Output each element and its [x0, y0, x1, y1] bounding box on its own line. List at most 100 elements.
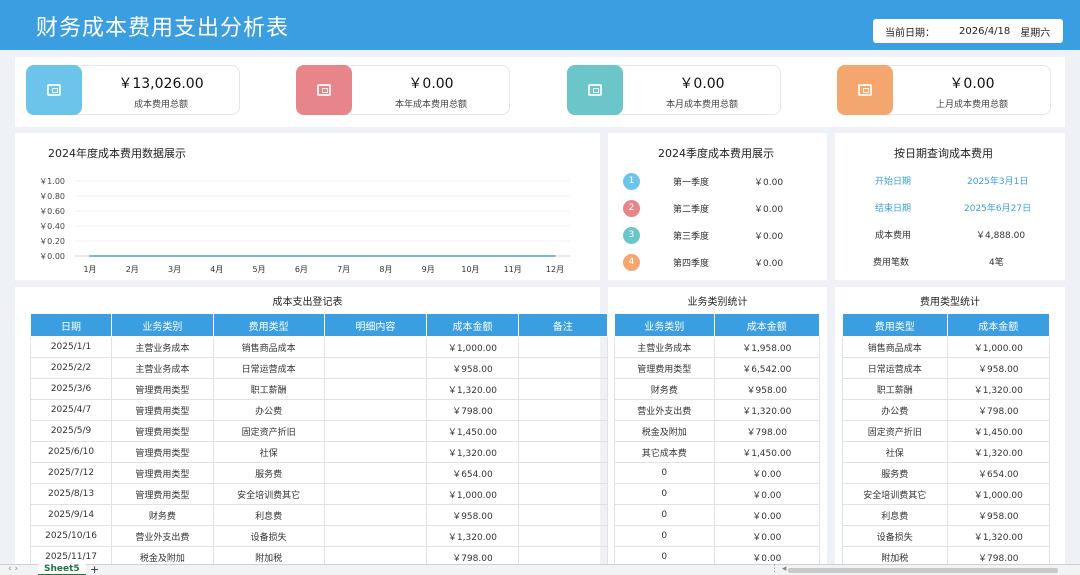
- table-cell[interactable]: 2025/1/1: [29, 336, 113, 358]
- table-cell[interactable]: 管理费用类型: [111, 462, 214, 484]
- sheet-nav-arrows[interactable]: ‹ ›: [8, 564, 18, 574]
- table-cell[interactable]: ￥654.00: [946, 462, 1051, 484]
- table-cell[interactable]: 0: [614, 483, 715, 505]
- table-cell[interactable]: 管理费用类型: [111, 441, 214, 463]
- table-cell[interactable]: [517, 336, 609, 358]
- table-cell[interactable]: 2025/6/10: [29, 441, 113, 463]
- table-cell[interactable]: ￥1,450.00: [946, 420, 1051, 442]
- table-cell[interactable]: ￥958.00: [426, 504, 519, 526]
- table-cell[interactable]: [517, 483, 609, 505]
- table-cell[interactable]: ￥0.00: [713, 504, 821, 526]
- table-cell[interactable]: ￥1,000.00: [946, 336, 1051, 358]
- table-cell[interactable]: ￥1,000.00: [426, 483, 519, 505]
- table-cell[interactable]: 财务费: [614, 378, 715, 400]
- horizontal-scrollbar[interactable]: [788, 568, 1058, 573]
- table-cell[interactable]: ￥6,542.00: [713, 357, 821, 379]
- table-cell[interactable]: 营业外支出费: [614, 399, 715, 421]
- table-cell[interactable]: 设备损失: [842, 525, 948, 547]
- table-cell[interactable]: [323, 504, 428, 526]
- table-cell[interactable]: ￥1,450.00: [426, 420, 519, 442]
- table-cell[interactable]: 0: [614, 525, 715, 547]
- table-cell[interactable]: [517, 357, 609, 379]
- table-cell[interactable]: 2025/5/9: [29, 420, 113, 442]
- table-cell[interactable]: [517, 420, 609, 442]
- table-cell[interactable]: 职工薪酬: [212, 378, 325, 400]
- table-cell[interactable]: [323, 441, 428, 463]
- table-cell[interactable]: 日常运营成本: [212, 357, 325, 379]
- table-cell[interactable]: 2025/10/16: [29, 525, 113, 547]
- table-cell[interactable]: 主营业务成本: [111, 336, 214, 358]
- table-cell[interactable]: ￥798.00: [713, 420, 821, 442]
- table-cell[interactable]: 2025/4/7: [29, 399, 113, 421]
- table-cell[interactable]: 销售商品成本: [842, 336, 948, 358]
- table-cell[interactable]: ￥798.00: [426, 399, 519, 421]
- table-cell[interactable]: [323, 420, 428, 442]
- table-cell[interactable]: 主营业务成本: [614, 336, 715, 358]
- table-cell[interactable]: [323, 525, 428, 547]
- table-cell[interactable]: ￥0.00: [713, 525, 821, 547]
- table-cell[interactable]: 办公费: [842, 399, 948, 421]
- table-cell[interactable]: 2025/8/13: [29, 483, 113, 505]
- table-cell[interactable]: 安全培训费其它: [842, 483, 948, 505]
- table-cell[interactable]: 固定资产折旧: [212, 420, 325, 442]
- table-cell[interactable]: [323, 336, 428, 358]
- table-cell[interactable]: 日常运营成本: [842, 357, 948, 379]
- table-cell[interactable]: 管理费用类型: [111, 399, 214, 421]
- table-cell[interactable]: 管理费用类型: [111, 420, 214, 442]
- table-cell[interactable]: ￥958.00: [946, 504, 1051, 526]
- table-cell[interactable]: 主营业务成本: [111, 357, 214, 379]
- table-cell[interactable]: ￥958.00: [713, 378, 821, 400]
- table-cell[interactable]: ￥1,320.00: [946, 525, 1051, 547]
- table-cell[interactable]: [323, 462, 428, 484]
- table-cell[interactable]: 营业外支出费: [111, 525, 214, 547]
- table-cell[interactable]: 管理费用类型: [111, 378, 214, 400]
- table-cell[interactable]: [517, 399, 609, 421]
- table-cell[interactable]: [323, 483, 428, 505]
- table-cell[interactable]: 2025/7/12: [29, 462, 113, 484]
- table-cell[interactable]: 职工薪酬: [842, 378, 948, 400]
- table-cell[interactable]: [517, 462, 609, 484]
- table-cell[interactable]: 利息费: [842, 504, 948, 526]
- table-cell[interactable]: ￥1,000.00: [426, 336, 519, 358]
- table-cell[interactable]: 0: [614, 462, 715, 484]
- table-cell[interactable]: [517, 378, 609, 400]
- scroll-options-icon[interactable]: ⋮ ◂: [770, 564, 786, 574]
- table-cell[interactable]: 办公费: [212, 399, 325, 421]
- sheet-tab[interactable]: Sheet5: [38, 564, 86, 575]
- table-cell[interactable]: [323, 399, 428, 421]
- table-cell[interactable]: 税金及附加: [614, 420, 715, 442]
- table-cell[interactable]: ￥0.00: [713, 483, 821, 505]
- table-cell[interactable]: ￥1,958.00: [713, 336, 821, 358]
- table-cell[interactable]: 其它成本费: [614, 441, 715, 463]
- table-cell[interactable]: 2025/2/2: [29, 357, 113, 379]
- table-cell[interactable]: 2025/3/6: [29, 378, 113, 400]
- table-cell[interactable]: [517, 441, 609, 463]
- table-cell[interactable]: 利息费: [212, 504, 325, 526]
- start-date-input[interactable]: 2025年3月1日: [967, 174, 1028, 187]
- table-cell[interactable]: ￥1,320.00: [946, 378, 1051, 400]
- table-cell[interactable]: ￥1,320.00: [426, 525, 519, 547]
- table-cell[interactable]: ￥798.00: [946, 399, 1051, 421]
- table-cell[interactable]: 2025/9/14: [29, 504, 113, 526]
- table-cell[interactable]: ￥1,320.00: [426, 378, 519, 400]
- table-cell[interactable]: 设备损失: [212, 525, 325, 547]
- table-cell[interactable]: 安全培训费其它: [212, 483, 325, 505]
- table-cell[interactable]: [517, 504, 609, 526]
- end-date-input[interactable]: 2025年6月27日: [964, 201, 1031, 214]
- table-cell[interactable]: 销售商品成本: [212, 336, 325, 358]
- table-cell[interactable]: 固定资产折旧: [842, 420, 948, 442]
- table-cell[interactable]: 财务费: [111, 504, 214, 526]
- table-cell[interactable]: 0: [614, 504, 715, 526]
- table-cell[interactable]: ￥0.00: [713, 462, 821, 484]
- table-cell[interactable]: [517, 525, 609, 547]
- table-cell[interactable]: 社保: [212, 441, 325, 463]
- add-sheet-button[interactable]: +: [90, 563, 99, 575]
- table-cell[interactable]: 服务费: [842, 462, 948, 484]
- table-cell[interactable]: [323, 378, 428, 400]
- table-cell[interactable]: 管理费用类型: [614, 357, 715, 379]
- table-cell[interactable]: ￥958.00: [946, 357, 1051, 379]
- table-cell[interactable]: [323, 357, 428, 379]
- table-cell[interactable]: ￥654.00: [426, 462, 519, 484]
- table-cell[interactable]: 社保: [842, 441, 948, 463]
- table-cell[interactable]: ￥1,450.00: [713, 441, 821, 463]
